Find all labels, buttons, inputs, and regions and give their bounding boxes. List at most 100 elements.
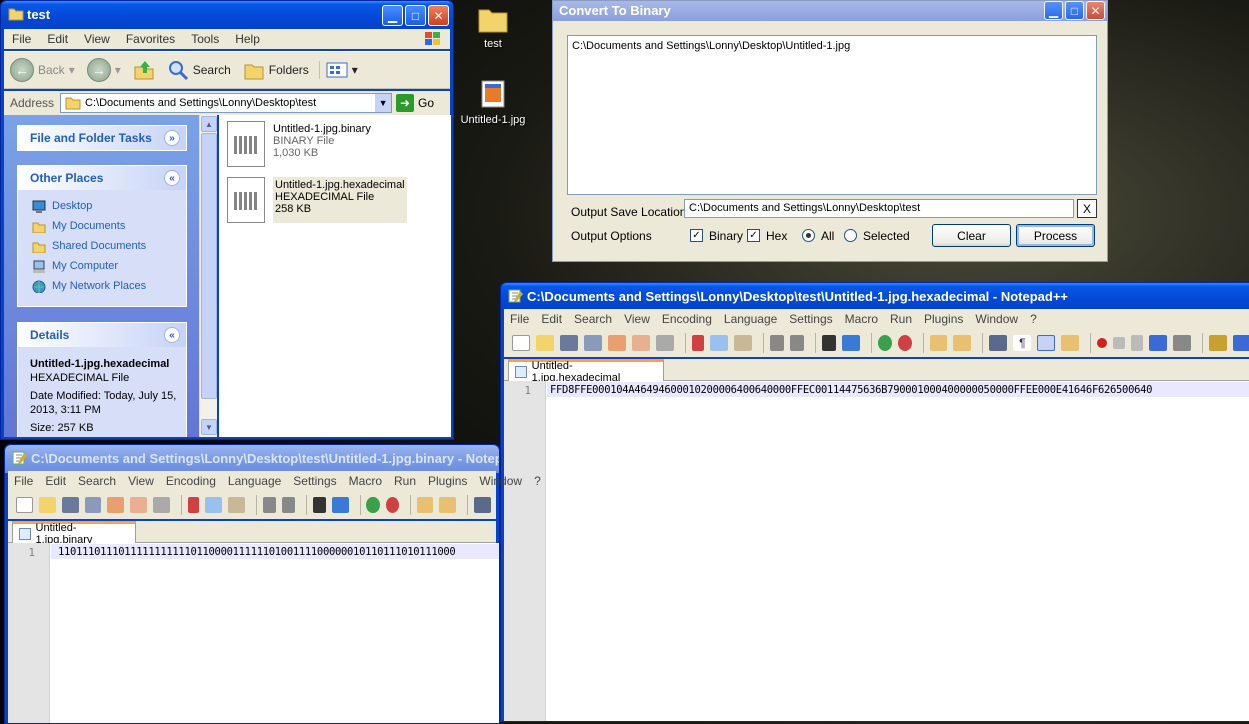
copy-icon[interactable] [709,335,728,351]
close-all-icon[interactable] [631,335,650,351]
folders-button[interactable]: Folders [237,59,315,81]
stop-macro-icon[interactable] [1113,337,1126,349]
menu-encoding[interactable]: Encoding [656,312,718,326]
zoom-out-icon[interactable] [385,497,399,513]
clear-button[interactable]: Clear [932,224,1011,247]
place-shared-documents[interactable]: Shared Documents [18,236,186,256]
close-all-icon[interactable] [130,497,148,513]
dropdown-arrow-icon[interactable]: ▼ [375,94,392,112]
run-macro-multiple-icon[interactable] [1149,335,1168,351]
task-pane-scrollbar[interactable]: ▲ ▼ [199,115,217,437]
maximize-button[interactable]: □ [1065,1,1084,20]
all-radio[interactable] [802,229,815,242]
close-button[interactable]: ✕ [428,5,449,26]
menu-macro[interactable]: Macro [839,312,884,326]
sync-horizontal-icon[interactable] [439,497,457,513]
binary-checkbox[interactable]: ✓ [690,229,703,242]
npp-bin-titlebar[interactable]: C:\Documents and Settings\Lonny\Desktop\… [5,445,499,473]
chevron-up-icon[interactable]: « [164,170,180,186]
chevron-down-icon[interactable]: » [164,130,180,146]
zoom-in-icon[interactable] [366,497,380,513]
undo-icon[interactable] [262,497,276,513]
dialog-titlebar[interactable]: Convert To Binary [553,1,1107,21]
menu-file[interactable]: File [8,474,39,488]
close-button[interactable]: ✕ [1086,1,1105,20]
menu-help[interactable]: ? [528,474,547,488]
menu-view[interactable]: View [76,32,118,46]
redo-icon[interactable] [789,335,804,351]
close-file-icon[interactable] [107,497,125,513]
menu-macro[interactable]: Macro [343,474,388,488]
save-all-icon[interactable] [583,335,602,351]
menu-file[interactable]: File [4,32,39,46]
minimize-button[interactable]: ▁ [382,5,403,26]
print-icon[interactable] [655,335,674,351]
find-icon[interactable] [312,497,326,513]
menu-tools[interactable]: Tools [183,32,227,46]
menu-edit[interactable]: Edit [39,474,72,488]
process-button[interactable]: Process [1016,224,1095,247]
views-button[interactable]: ▾ [318,61,364,79]
clear-output-button[interactable]: X [1077,199,1097,218]
sync-vertical-icon[interactable] [929,335,948,351]
menu-view[interactable]: View [618,312,656,326]
new-file-icon[interactable] [512,335,530,351]
paste-icon[interactable] [733,335,752,351]
npp-hex-editor[interactable]: 1 FFD8FFE000104A464946000102000064006400… [504,381,1249,721]
plugin-icon[interactable] [1209,335,1228,351]
fold-icon[interactable] [1061,335,1080,351]
file-item-hexadecimal[interactable]: Untitled-1.jpg.hexadecimal HEXADECIMAL F… [227,177,407,223]
menu-search[interactable]: Search [568,312,618,326]
details-header[interactable]: Details « [18,323,186,347]
up-folder-button[interactable] [127,59,161,81]
save-icon[interactable] [559,335,578,351]
find-icon[interactable] [821,335,836,351]
new-file-icon[interactable] [16,497,33,513]
menu-language[interactable]: Language [222,474,287,488]
sync-vertical-icon[interactable] [416,497,434,513]
address-input[interactable]: C:\Documents and Settings\Lonny\Desktop\… [60,93,393,113]
menu-language[interactable]: Language [718,312,783,326]
cut-icon[interactable] [691,335,704,351]
menu-encoding[interactable]: Encoding [160,474,222,488]
back-button[interactable]: ← Back ▾ [4,58,81,82]
search-button[interactable]: Search [161,59,237,81]
indent-guide-icon[interactable] [1037,335,1056,351]
undo-icon[interactable] [769,335,784,351]
print-icon[interactable] [153,497,170,513]
save-icon[interactable] [61,497,79,513]
place-my-documents[interactable]: My Documents [18,216,186,236]
menu-help[interactable]: Help [227,32,268,46]
paste-icon[interactable] [227,497,245,513]
play-macro-icon[interactable] [1131,335,1144,351]
show-all-chars-icon[interactable]: ¶ [1013,335,1032,351]
zoom-out-icon[interactable] [897,335,912,351]
menu-run[interactable]: Run [388,474,422,488]
maximize-button[interactable]: □ [405,5,426,26]
spell-check-icon[interactable] [1233,335,1249,351]
menu-edit[interactable]: Edit [39,32,76,46]
scroll-thumb[interactable] [201,133,217,399]
replace-icon[interactable] [841,335,860,351]
cut-icon[interactable] [187,497,199,513]
sync-horizontal-icon[interactable] [953,335,972,351]
menu-view[interactable]: View [122,474,160,488]
other-places-header[interactable]: Other Places « [18,166,186,190]
place-my-computer[interactable]: My Computer [18,256,186,276]
menu-plugins[interactable]: Plugins [918,312,969,326]
open-file-icon[interactable] [535,335,554,351]
word-wrap-icon[interactable] [989,335,1008,351]
replace-icon[interactable] [331,497,349,513]
place-desktop[interactable]: Desktop [18,196,186,216]
menu-settings[interactable]: Settings [783,312,838,326]
menu-settings[interactable]: Settings [287,474,342,488]
hex-checkbox[interactable]: ✓ [747,229,760,242]
menu-plugins[interactable]: Plugins [422,474,473,488]
scroll-down-icon[interactable]: ▼ [201,419,217,435]
menu-file[interactable]: File [504,312,535,326]
tab-hexadecimal[interactable]: Untitled-1.jpg.hexadecimal [508,359,664,384]
menu-window[interactable]: Window [473,474,528,488]
npp-bin-editor[interactable]: 1 11011101110111111111110110000111111010… [8,543,499,723]
save-all-icon[interactable] [84,497,102,513]
input-file-list[interactable]: C:\Documents and Settings\Lonny\Desktop\… [567,35,1097,195]
